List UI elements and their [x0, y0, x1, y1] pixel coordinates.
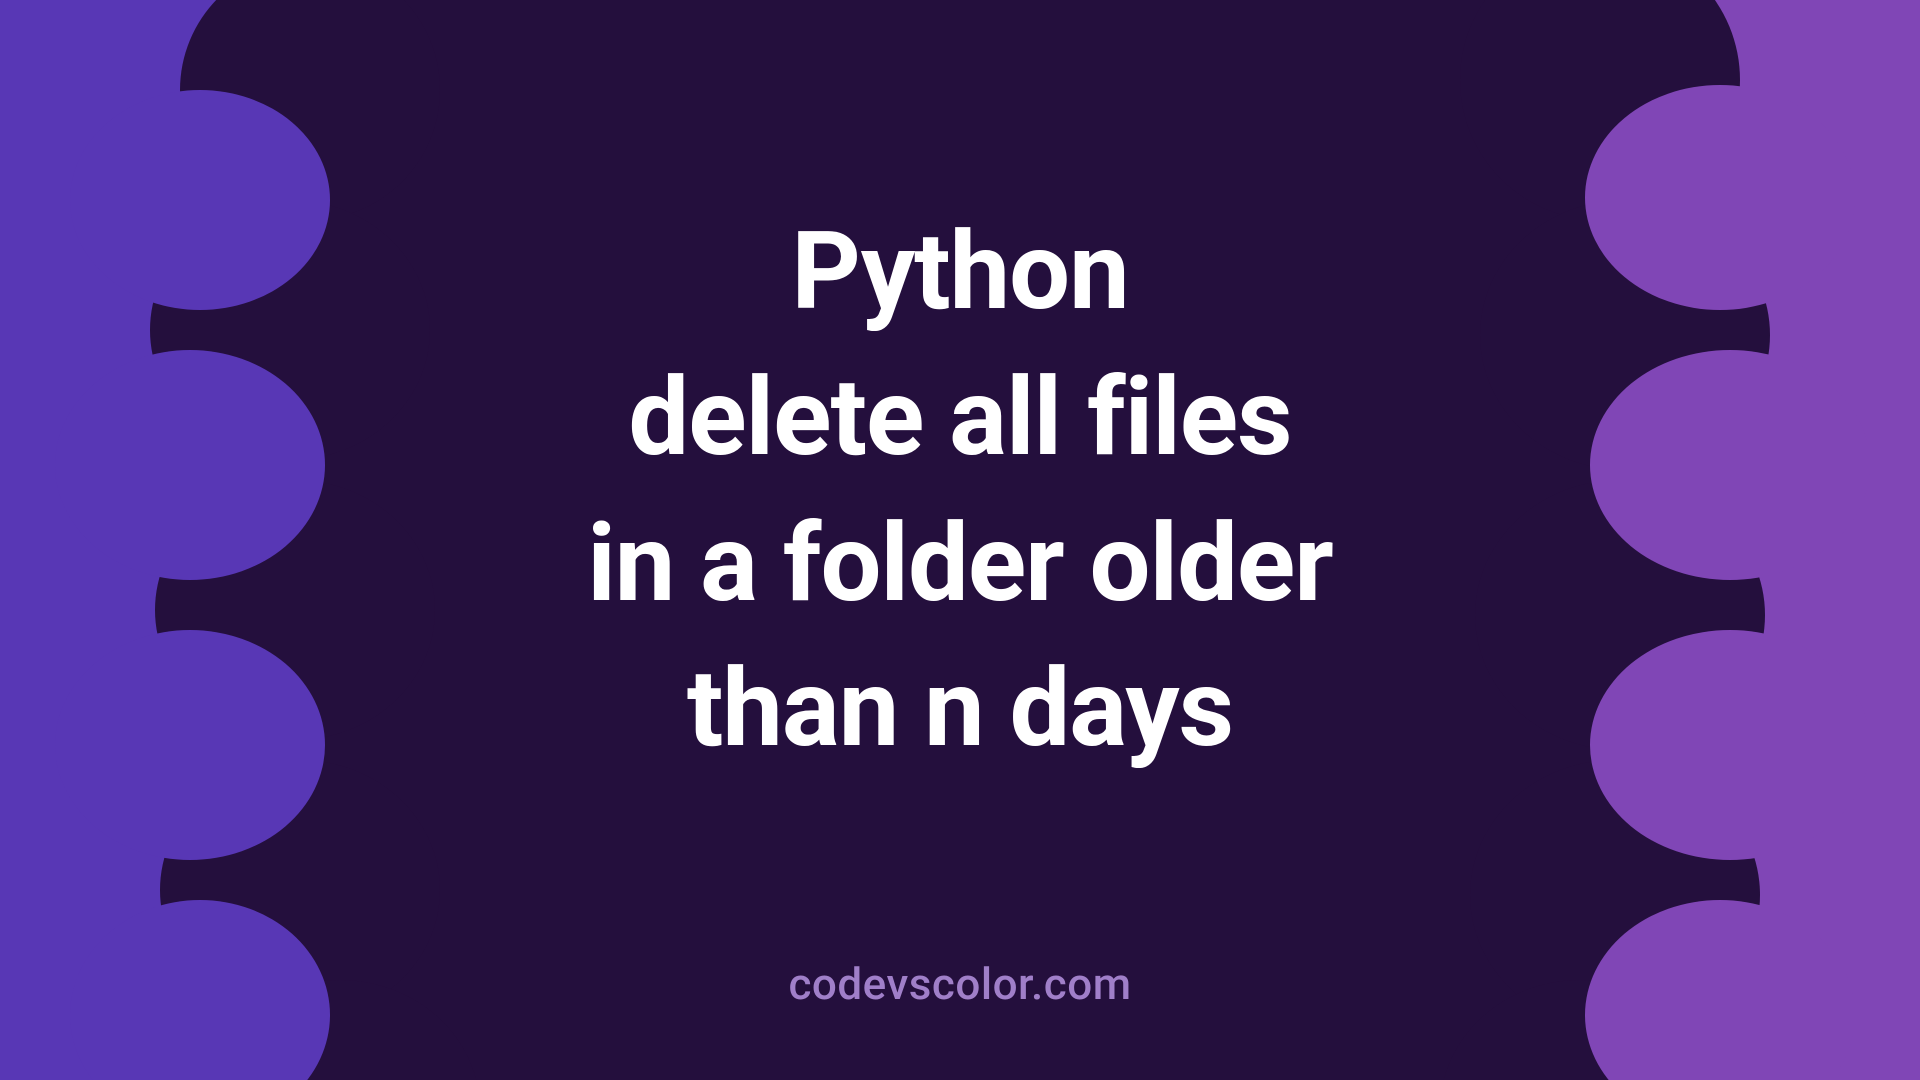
title-line-2: delete all files: [360, 346, 1560, 492]
title-line-1: Python: [360, 200, 1560, 346]
watermark: codevscolor.com: [0, 958, 1920, 1010]
title-line-4: than n days: [360, 637, 1560, 783]
title: Python delete all files in a folder olde…: [0, 200, 1920, 783]
title-line-3: in a folder older: [360, 492, 1560, 638]
